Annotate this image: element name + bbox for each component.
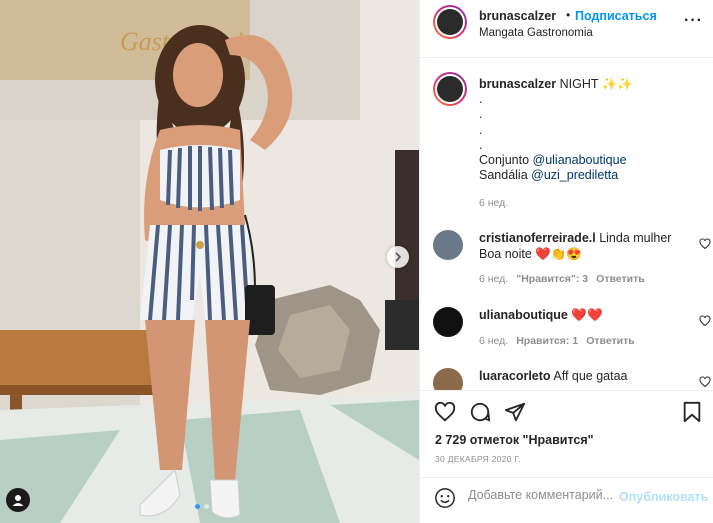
comment-time[interactable]: 6 нед. <box>479 273 508 285</box>
heart-icon[interactable] <box>699 315 711 327</box>
like-heart-icon[interactable] <box>434 401 456 423</box>
caption-line: . <box>479 122 483 137</box>
comment-meta: 6 нед. "Нравится": 3 Ответить <box>479 273 645 285</box>
more-options-icon[interactable]: ··· <box>684 12 703 30</box>
share-send-icon[interactable] <box>504 401 526 423</box>
commenter-avatar[interactable] <box>433 307 463 337</box>
caption: brunascalzer NIGHT ✨✨ . . . . Conjunto @… <box>479 77 704 183</box>
post-date[interactable]: 30 ДЕКАБРЯ 2020 Г. <box>435 454 521 464</box>
caption-line: . <box>479 92 483 107</box>
comment-body: cristianoferreirade.l Linda mulher Boa n… <box>479 230 679 262</box>
comment-text: ❤️❤️ <box>571 308 603 322</box>
carousel-indicator <box>195 504 209 509</box>
comment-body: luaracorleto Aff que gataa <box>479 368 679 384</box>
location-link[interactable]: Mangata Gastronomia <box>479 27 593 39</box>
comment-username[interactable]: luaracorleto <box>479 369 551 383</box>
post-modal: Gastronomia <box>0 0 713 523</box>
comment-bubble-icon[interactable] <box>469 401 491 423</box>
caption-line: . <box>479 137 483 152</box>
photo-scene: Gastronomia <box>0 0 419 523</box>
follow-button[interactable]: Подписаться <box>575 9 657 23</box>
comment-meta: 6 нед. Нравится: 1 Ответить <box>479 335 635 347</box>
comment-body: ulianaboutique ❤️❤️ <box>479 307 679 323</box>
comment-likes[interactable]: "Нравится": 3 <box>516 273 588 285</box>
author-avatar[interactable] <box>433 5 467 39</box>
carousel-dot <box>195 504 200 509</box>
add-comment-row: Опубликовать <box>420 477 713 521</box>
bookmark-icon[interactable] <box>682 401 702 423</box>
outfit-prefix: Conjunto <box>479 153 533 168</box>
caption-username[interactable]: brunascalzer <box>479 77 556 91</box>
comment-likes[interactable]: Нравится: 1 <box>516 335 578 347</box>
caption-avatar[interactable] <box>433 72 467 106</box>
likes-count[interactable]: 2 729 отметок "Нравится" <box>435 433 594 447</box>
comment-username[interactable]: cristianoferreirade.l <box>479 231 596 245</box>
comment-text: Aff que gataa <box>553 369 628 383</box>
post-actions: 2 729 отметок "Нравится" 30 ДЕКАБРЯ 2020… <box>420 390 713 520</box>
carousel-next-button[interactable] <box>387 246 409 268</box>
tagged-users-button[interactable] <box>6 488 30 512</box>
comment-username[interactable]: ulianaboutique <box>479 308 568 322</box>
caption-line: . <box>479 107 483 122</box>
outfit-mention-link[interactable]: @ulianaboutique <box>533 153 627 167</box>
post-side-panel: brunascalzer • Подписаться Mangata Gastr… <box>419 0 713 523</box>
user-icon <box>12 495 24 506</box>
caption-time[interactable]: 6 нед. <box>479 197 508 209</box>
comment-time[interactable]: 6 нед. <box>479 335 508 347</box>
post-photo[interactable]: Gastronomia <box>0 0 419 523</box>
post-header: brunascalzer • Подписаться Mangata Gastr… <box>420 0 713 58</box>
header-separator: • <box>566 8 571 22</box>
heart-icon[interactable] <box>699 238 711 250</box>
reply-button[interactable]: Ответить <box>586 335 635 347</box>
carousel-dot <box>204 504 209 509</box>
author-username[interactable]: brunascalzer <box>479 9 556 23</box>
sandal-mention-link[interactable]: @uzi_prediletta <box>531 168 618 182</box>
publish-button[interactable]: Опубликовать <box>619 490 708 504</box>
reply-button[interactable]: Ответить <box>596 273 645 285</box>
chevron-right-icon <box>395 252 402 262</box>
sandal-prefix: Sandália <box>479 168 532 183</box>
comment-input[interactable] <box>468 488 618 502</box>
caption-text: NIGHT ✨✨ <box>559 77 633 91</box>
emoji-icon[interactable] <box>434 487 456 509</box>
commenter-avatar[interactable] <box>433 230 463 260</box>
heart-icon[interactable] <box>699 376 711 388</box>
